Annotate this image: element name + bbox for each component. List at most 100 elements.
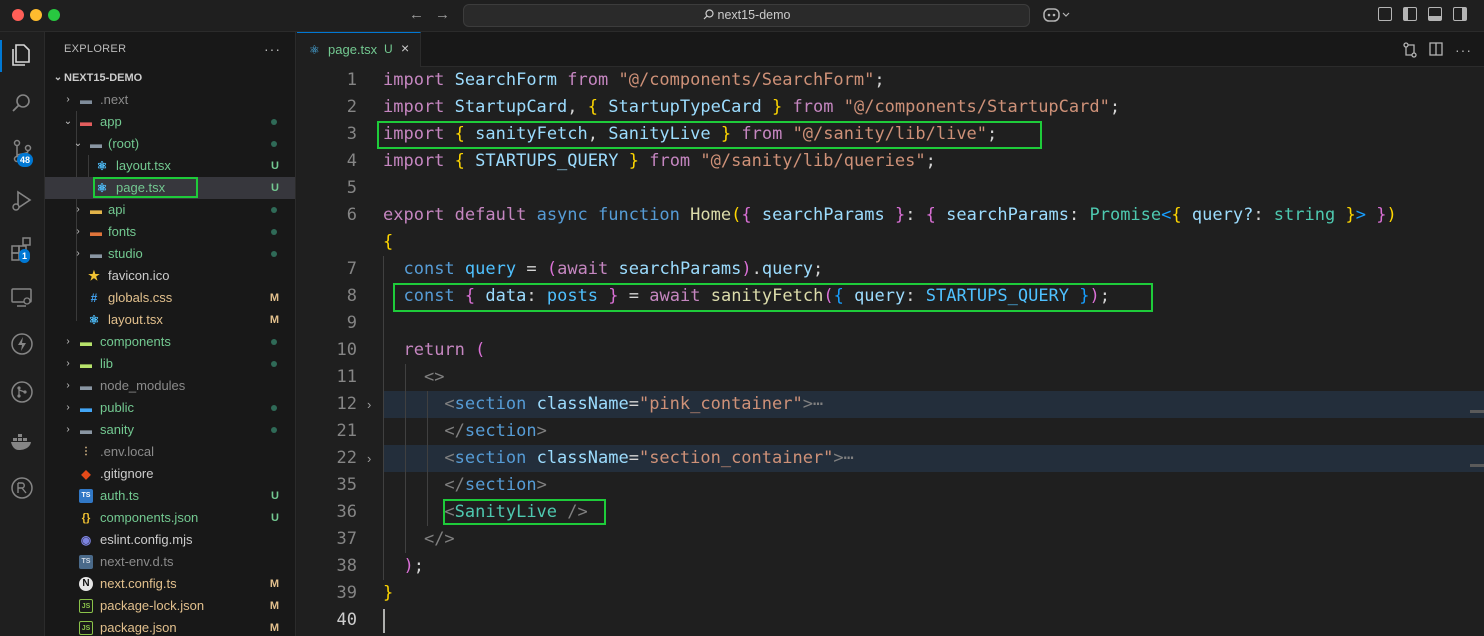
title-bar: ← → next15-demo (0, 0, 1484, 32)
status-dot (271, 229, 277, 235)
tree-file-package-lock[interactable]: JS package-lock.json M (45, 595, 295, 617)
toggle-panel-icon[interactable] (1428, 7, 1442, 21)
tree-item-label: package-lock.json (100, 598, 205, 613)
line-number: 36 (336, 502, 357, 522)
line-number: 10 (336, 340, 357, 360)
tree-file-root-layout[interactable]: ⚛ layout.tsx U (45, 155, 295, 177)
tree-item-label: package.json (100, 620, 177, 635)
tree-item-label: globals.css (108, 290, 173, 305)
tree-folder-studio[interactable]: › ▬ studio (45, 243, 295, 265)
chevron-down-icon: ⌄ (73, 138, 83, 149)
tree-folder-app[interactable]: ⌄ ▬ app (45, 111, 295, 133)
code-line-4: import { STARTUPS_QUERY } from "@/sanity… (383, 151, 936, 171)
tree-folder-next[interactable]: › ▬ .next (45, 89, 295, 111)
chevron-down-icon: ⌄ (53, 72, 63, 83)
tree-file-globals-css[interactable]: # globals.css M (45, 287, 295, 309)
tree-file-gitignore[interactable]: ◆ .gitignore (45, 463, 295, 485)
tree-file-favicon[interactable]: ★ favicon.ico (45, 265, 295, 287)
run-debug-icon[interactable] (9, 188, 35, 214)
tree-file-next-config[interactable]: N next.config.ts M (45, 573, 295, 595)
editor-tabs: ⚛ page.tsx U × (297, 32, 1484, 67)
tree-folder-root-group[interactable]: ⌄ ▬ (root) (45, 133, 295, 155)
docker-icon[interactable] (9, 428, 35, 454)
code-line-6-wrap: { (383, 232, 394, 252)
git-status-badge: U (271, 512, 279, 524)
git-status-badge: M (269, 600, 279, 612)
tree-folder-components[interactable]: › ▬ components (45, 331, 295, 353)
react-icon: ⚛ (88, 313, 100, 327)
chevron-right-icon: › (66, 94, 70, 105)
command-center-search[interactable]: next15-demo (463, 4, 1030, 27)
tree-item-label: fonts (108, 224, 137, 239)
folder-icon: ▬ (80, 423, 92, 437)
minimize-window-button[interactable] (30, 9, 42, 21)
tree-file-package-json[interactable]: JS package.json M (45, 617, 295, 636)
more-actions-icon[interactable]: ··· (1455, 42, 1472, 58)
chevron-right-icon: › (66, 424, 70, 435)
toggle-secondary-sidebar-icon[interactable] (1453, 7, 1467, 21)
line-number: 6 (346, 205, 357, 225)
tree-folder-api[interactable]: › ▬ api (45, 199, 295, 221)
tree-file-components-json[interactable]: {} components.json U (45, 507, 295, 529)
fold-chevron-icon[interactable]: › (367, 445, 371, 472)
tree-file-env-local[interactable]: ⋮ .env.local (45, 441, 295, 463)
workspace-root-label: NEXT15-DEMO (64, 72, 143, 84)
highlight-box-sanity-fetch (393, 283, 1153, 312)
git-graph-icon[interactable] (9, 379, 35, 405)
close-icon[interactable]: × (401, 40, 409, 56)
tree-item-label: (root) (108, 136, 140, 151)
chevron-down-icon: ⌄ (63, 116, 73, 127)
folder-icon: ▬ (90, 137, 102, 151)
line-number: 8 (346, 286, 357, 306)
line-number: 3 (346, 124, 357, 144)
close-window-button[interactable] (12, 9, 24, 21)
remote-explorer-icon[interactable] (9, 284, 35, 310)
tree-item-label: .next (100, 92, 129, 107)
status-dot (271, 361, 277, 367)
tree-folder-public[interactable]: › ▬ public (45, 397, 295, 419)
tab-page-tsx[interactable]: ⚛ page.tsx U × (297, 32, 421, 67)
explorer-files-icon[interactable] (9, 42, 35, 68)
fold-chevron-icon[interactable]: › (367, 391, 371, 418)
source-control-badge: 48 (17, 153, 34, 167)
explorer-sidebar: EXPLORER ··· ⌄ NEXT15-DEMO › ▬ .next ⌄ ▬… (45, 32, 296, 636)
tree-folder-lib[interactable]: › ▬ lib (45, 353, 295, 375)
workspace-root[interactable]: ⌄ NEXT15-DEMO (45, 67, 295, 89)
eslint-icon: ◉ (80, 533, 92, 547)
line-number: 21 (336, 421, 357, 441)
folder-fonts-icon: ▬ (90, 225, 102, 239)
tree-item-label: sanity (100, 422, 134, 437)
folder-icon: ▬ (90, 247, 102, 261)
toggle-primary-sidebar-icon[interactable] (1403, 7, 1417, 21)
tree-file-auth[interactable]: TS auth.ts U (45, 485, 295, 507)
more-actions-icon[interactable]: ··· (264, 32, 281, 67)
forward-arrow-icon[interactable]: → (435, 6, 450, 23)
maximize-window-button[interactable] (48, 9, 60, 21)
line-number: 12 (336, 394, 357, 414)
chevron-right-icon: › (66, 380, 70, 391)
tree-file-eslint-config[interactable]: ◉ eslint.config.mjs (45, 529, 295, 551)
window-title: next15-demo (717, 8, 791, 22)
split-editor-icon[interactable] (1429, 42, 1443, 56)
code-editor[interactable]: 1 2 3 4 5 6 7 8 9 10 11 12 21 22 35 36 3… (297, 67, 1484, 636)
tree-folder-fonts[interactable]: › ▬ fonts (45, 221, 295, 243)
tree-folder-sanity[interactable]: › ▬ sanity (45, 419, 295, 441)
accounts-sync-icon[interactable] (9, 475, 35, 501)
line-number: 9 (346, 313, 357, 333)
tree-item-label: .gitignore (100, 466, 154, 481)
thunder-client-icon[interactable] (9, 331, 35, 357)
copilot-icon[interactable] (1043, 7, 1071, 23)
tree-file-next-env[interactable]: TS next-env.d.ts (45, 551, 295, 573)
tree-item-label: layout.tsx (108, 312, 163, 327)
tree-folder-node-modules[interactable]: › ▬ node_modules (45, 375, 295, 397)
search-icon[interactable] (9, 90, 35, 116)
folder-components-icon: ▬ (80, 335, 92, 349)
folder-api-icon: ▬ (90, 203, 102, 217)
customize-layout-icon[interactable] (1378, 7, 1392, 21)
tree-file-app-layout[interactable]: ⚛ layout.tsx M (45, 309, 295, 331)
line-number: 4 (346, 151, 357, 171)
folder-icon: ▬ (80, 379, 92, 393)
open-changes-icon[interactable] (1403, 42, 1417, 58)
code-line-6: export default async function Home({ sea… (383, 205, 1397, 225)
back-arrow-icon[interactable]: ← (409, 6, 424, 23)
